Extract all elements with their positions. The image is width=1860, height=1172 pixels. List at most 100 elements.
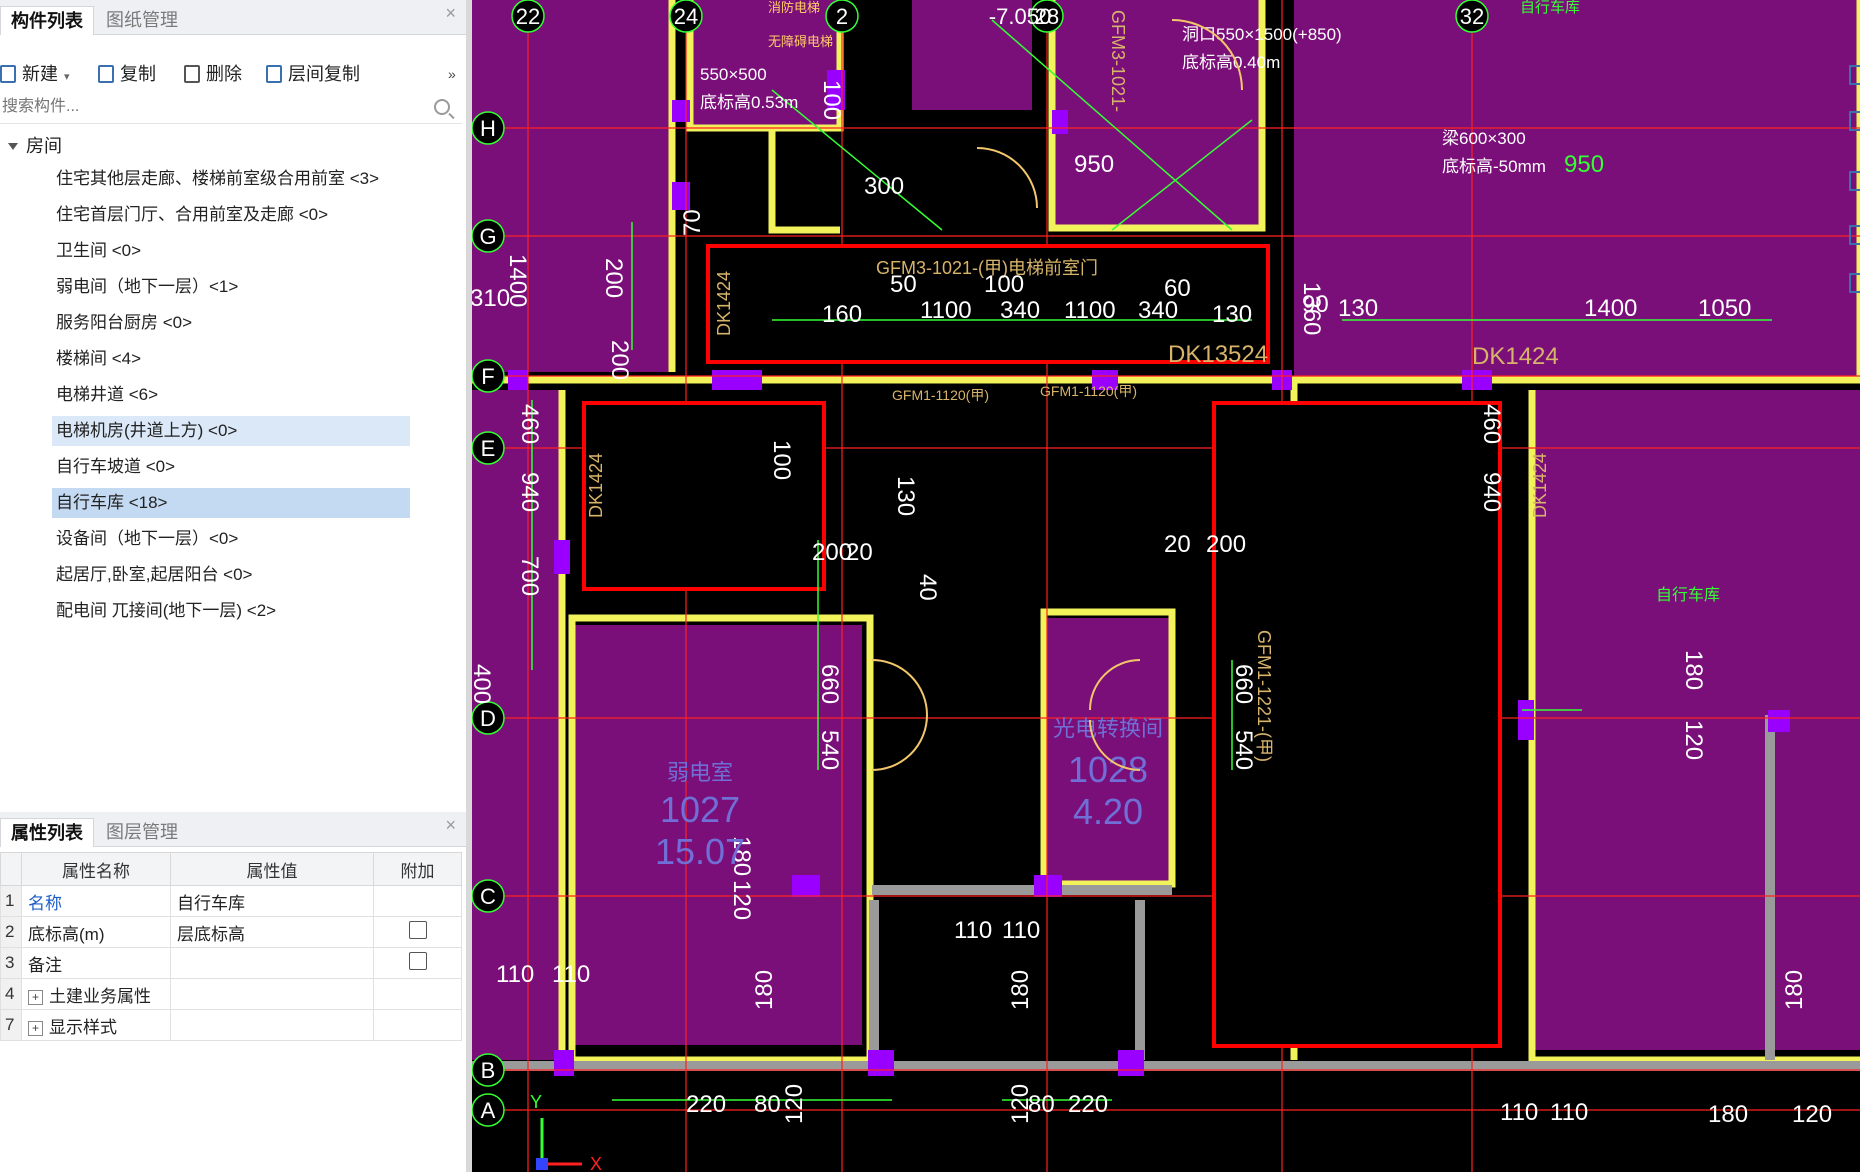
extra-checkbox[interactable] — [408, 920, 427, 939]
tree-item[interactable]: 住宅其他层走廊、楼梯前室级合用前室 <3> — [52, 164, 410, 194]
dim-text: 180 — [751, 970, 778, 1010]
grid-label-left: H — [480, 116, 496, 141]
tree-item[interactable]: 卫生间 <0> — [52, 236, 410, 266]
ucs-origin — [536, 1158, 548, 1170]
close-icon[interactable]: × — [445, 3, 456, 24]
dim-text: 940 — [516, 472, 543, 512]
extra-checkbox[interactable] — [408, 951, 427, 970]
grid-label-top: 2 — [836, 4, 848, 29]
axis-x-label: X — [590, 1154, 602, 1172]
property-row[interactable]: 1 名称 自行车库 — [0, 885, 462, 917]
column — [792, 875, 820, 897]
row-num: 4 — [0, 978, 22, 1010]
tab-component-list[interactable]: 构件列表 — [0, 6, 94, 35]
property-value-field[interactable] — [170, 947, 374, 979]
room-fill[interactable] — [472, 0, 672, 372]
dim-text: 120 — [1007, 1084, 1034, 1124]
dim-text: 110 — [1002, 917, 1040, 944]
door-label: GFM1-1120(甲) — [892, 387, 989, 403]
room-area: 4.20 — [1073, 791, 1143, 832]
tree-item[interactable]: 设备间（地下一层）<0> — [52, 524, 410, 554]
property-name: 显示样式 — [49, 1017, 117, 1037]
room-name: 弱电室 — [667, 760, 733, 785]
dim-text: 200 — [600, 258, 627, 298]
column — [868, 1050, 894, 1076]
property-value-field[interactable]: 自行车库 — [170, 885, 374, 917]
close-icon[interactable]: × — [445, 815, 456, 836]
highlight-room[interactable] — [582, 401, 826, 591]
dim-text: 660 — [816, 664, 843, 704]
door-label: DK1424 — [1530, 453, 1550, 518]
dim-text: 120 — [781, 1084, 808, 1124]
tree-item[interactable]: 电梯井道 <6> — [52, 380, 410, 410]
property-group[interactable]: + 土建业务属性 — [21, 978, 171, 1010]
tree-item-selected[interactable]: 自行车库 <18> — [52, 488, 410, 518]
tree-item[interactable]: 楼梯间 <4> — [52, 344, 410, 374]
dim-text: 660 — [1230, 664, 1257, 704]
floor-copy-icon — [266, 65, 282, 83]
grid-label-left: D — [480, 706, 496, 731]
copy-button[interactable]: 复制 — [98, 61, 156, 87]
tab-property-list[interactable]: 属性列表 — [0, 818, 94, 847]
dim-text: 120 — [1792, 1101, 1832, 1128]
tree-item[interactable]: 起居厅,卧室,起居阳台 <0> — [52, 560, 410, 590]
tree-root-room[interactable]: 房间 — [0, 128, 462, 164]
expand-icon[interactable]: + — [28, 1020, 43, 1036]
dim-text: 50 — [890, 271, 917, 298]
property-row[interactable]: 3 备注 — [0, 947, 462, 979]
property-value-field[interactable]: 层底标高 — [170, 916, 374, 948]
property-row[interactable]: 2 底标高(m) 层底标高 — [0, 916, 462, 948]
tab-drawing-management[interactable]: 图纸管理 — [96, 6, 188, 34]
row-num: 7 — [0, 1009, 22, 1041]
property-extra — [373, 978, 462, 1010]
dim-text: 340 — [1000, 297, 1040, 324]
grid-label-left: G — [479, 224, 496, 249]
property-extra — [373, 1009, 462, 1041]
search-icon[interactable] — [434, 99, 450, 115]
tab-layer-management[interactable]: 图层管理 — [96, 818, 188, 846]
header-num — [0, 852, 22, 886]
tree-item[interactable]: 弱电间（地下一层）<1> — [52, 272, 410, 302]
toolbar-more-button[interactable]: » — [448, 61, 456, 87]
caret-down-icon[interactable] — [8, 143, 18, 150]
note-text: 550×500 — [700, 65, 767, 84]
door-swing — [871, 714, 928, 771]
property-group[interactable]: + 显示样式 — [21, 1009, 171, 1041]
dim-text: 200 — [1206, 531, 1246, 558]
tree-item[interactable]: 住宅首层门厅、合用前室及走廊 <0> — [52, 200, 410, 230]
grid-label-top: 32 — [1460, 4, 1484, 29]
dim-text: 1400 — [504, 254, 531, 307]
property-tabbar: 属性列表 图层管理 × — [0, 812, 466, 847]
search-input[interactable] — [0, 93, 422, 121]
room-area: 15.07 — [655, 831, 745, 872]
dim-text: 220 — [1068, 1091, 1108, 1118]
new-button[interactable]: 新建 ▾ — [0, 61, 70, 87]
cad-canvas[interactable]: 22 24 2 28 32 H G F E D C B A -7.050 洞口5… — [472, 0, 1860, 1172]
dim-text: 180 — [1007, 970, 1034, 1010]
tree-item[interactable]: 自行车坡道 <0> — [52, 452, 410, 482]
tree-root-label: 房间 — [26, 136, 62, 156]
property-row[interactable]: 7 + 显示样式 — [0, 1009, 462, 1041]
tree-item[interactable]: 配电间 兀接间(地下一层) <2> — [52, 596, 410, 626]
room-fill[interactable] — [1294, 0, 1860, 380]
dim-text: 100 — [818, 80, 845, 120]
expand-icon[interactable]: + — [28, 989, 43, 1005]
column — [1462, 370, 1492, 390]
tree-item[interactable]: 电梯机房(井道上方) <0> — [52, 416, 410, 446]
floor-copy-button[interactable]: 层间复制 — [266, 61, 360, 87]
component-panel: 构件列表 图纸管理 × 新建 ▾ 复制 删除 层间复制 » 房间 住宅其他层走廊、… — [0, 0, 467, 1172]
dim-text: 1100 — [920, 297, 972, 324]
column — [1768, 710, 1790, 732]
property-panel: 属性列表 图层管理 × 属性名称 属性值 附加 1 名称 自行车库 2 底标高(… — [0, 812, 466, 1172]
property-extra — [373, 885, 462, 917]
column — [508, 370, 528, 390]
tree-item[interactable]: 服务阳台厨房 <0> — [52, 308, 410, 338]
property-row[interactable]: 4 + 土建业务属性 — [0, 978, 462, 1010]
property-name: 名称 — [21, 885, 171, 917]
room-code: 1027 — [660, 789, 740, 830]
dim-text: 700 — [516, 556, 543, 596]
delete-button[interactable]: 删除 — [184, 61, 242, 87]
column — [672, 100, 690, 122]
dim-text: 940 — [1478, 472, 1505, 512]
dim-text: 180 — [1680, 650, 1707, 690]
